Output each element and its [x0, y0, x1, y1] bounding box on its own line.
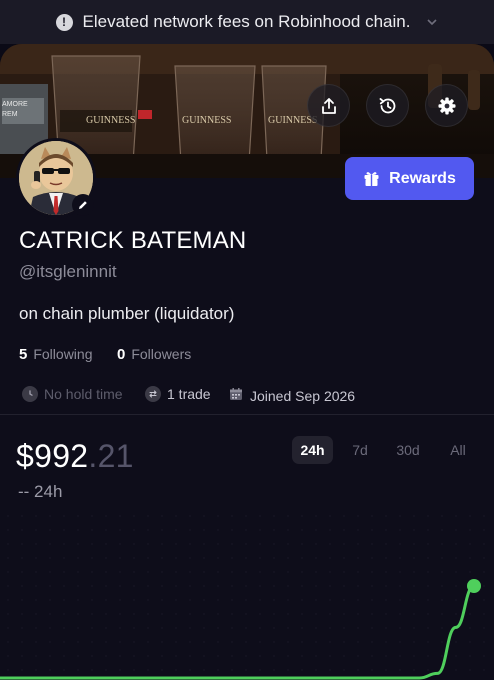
gear-icon	[438, 97, 455, 114]
cover-sign-2: GUINNESS	[182, 115, 231, 126]
chart-series-line	[0, 584, 476, 680]
chart-current-point	[467, 579, 481, 593]
portfolio-chart	[0, 515, 485, 680]
followers-label: Followers	[131, 346, 192, 362]
balance-cents: .21	[88, 438, 134, 474]
rewards-button[interactable]: Rewards	[345, 157, 474, 200]
joined-text: Joined Sep 2026	[250, 387, 356, 404]
settings-button[interactable]	[425, 84, 468, 127]
hold-time-text: No hold time	[44, 386, 123, 402]
range-24h[interactable]: 24h	[292, 436, 333, 464]
notice-text: Elevated network fees on Robinhood chain…	[82, 12, 411, 31]
username: @itsgleninnit	[19, 262, 117, 281]
chart-grid	[7, 515, 485, 671]
followers-count: 0	[117, 346, 126, 363]
following-link[interactable]: 5 Following	[19, 346, 92, 363]
notice-banner[interactable]: ! Elevated network fees on Robinhood cha…	[0, 0, 494, 44]
edit-avatar-button[interactable]	[72, 194, 94, 216]
profile-card: AMORE REM GUINNESS GUINNESS GUINNESS Rew…	[0, 44, 494, 680]
balance-main: $992	[16, 438, 89, 474]
hold-time-stat: No hold time	[22, 386, 123, 402]
cover-sign-left-1: AMORE	[2, 101, 28, 108]
balance-change: -- 24h	[18, 482, 63, 501]
gift-icon	[364, 172, 379, 186]
history-button[interactable]	[366, 84, 409, 127]
alert-icon: !	[55, 13, 73, 31]
range-7d[interactable]: 7d	[345, 436, 375, 464]
range-all[interactable]: All	[442, 436, 474, 464]
following-label: Following	[33, 346, 93, 362]
cover-sign-left-2: REM	[2, 111, 18, 118]
share-icon	[321, 97, 336, 114]
joined-stat: Joined Sep 2026	[228, 386, 355, 405]
history-icon	[379, 97, 395, 113]
clock-icon	[22, 386, 38, 402]
following-count: 5	[19, 346, 28, 363]
range-30d[interactable]: 30d	[389, 436, 427, 464]
swap-icon	[145, 386, 161, 402]
followers-link[interactable]: 0 Followers	[117, 346, 191, 363]
bio: on chain plumber (liquidator)	[19, 304, 235, 323]
share-button[interactable]	[307, 84, 350, 127]
rewards-label: Rewards	[389, 169, 456, 187]
divider	[0, 414, 494, 415]
calendar-icon	[228, 386, 244, 405]
trades-text: 1 trade	[167, 386, 211, 402]
chevron-down-icon[interactable]	[426, 16, 438, 28]
trades-stat: 1 trade	[145, 386, 211, 402]
cover-sign-1: GUINNESS	[86, 115, 135, 126]
pencil-icon	[79, 201, 87, 209]
display-name: CATRICK BATEMAN	[19, 227, 247, 254]
portfolio-balance: $992.21	[16, 438, 134, 475]
